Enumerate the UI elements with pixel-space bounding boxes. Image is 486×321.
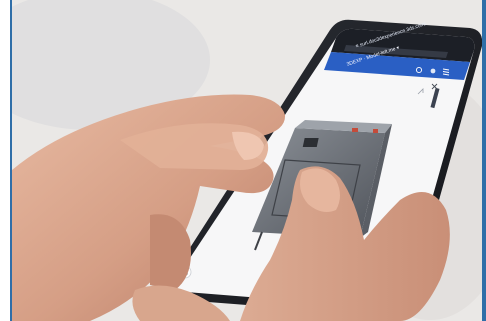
share-icon [430,68,436,74]
image-frame: ≡ surl.doc3dexperience.3ds.com/... 3DEXP… [0,0,486,321]
right-border [482,0,486,321]
photo-scene [12,0,486,321]
photo: ≡ surl.doc3dexperience.3ds.com/... 3DEXP… [12,0,486,321]
